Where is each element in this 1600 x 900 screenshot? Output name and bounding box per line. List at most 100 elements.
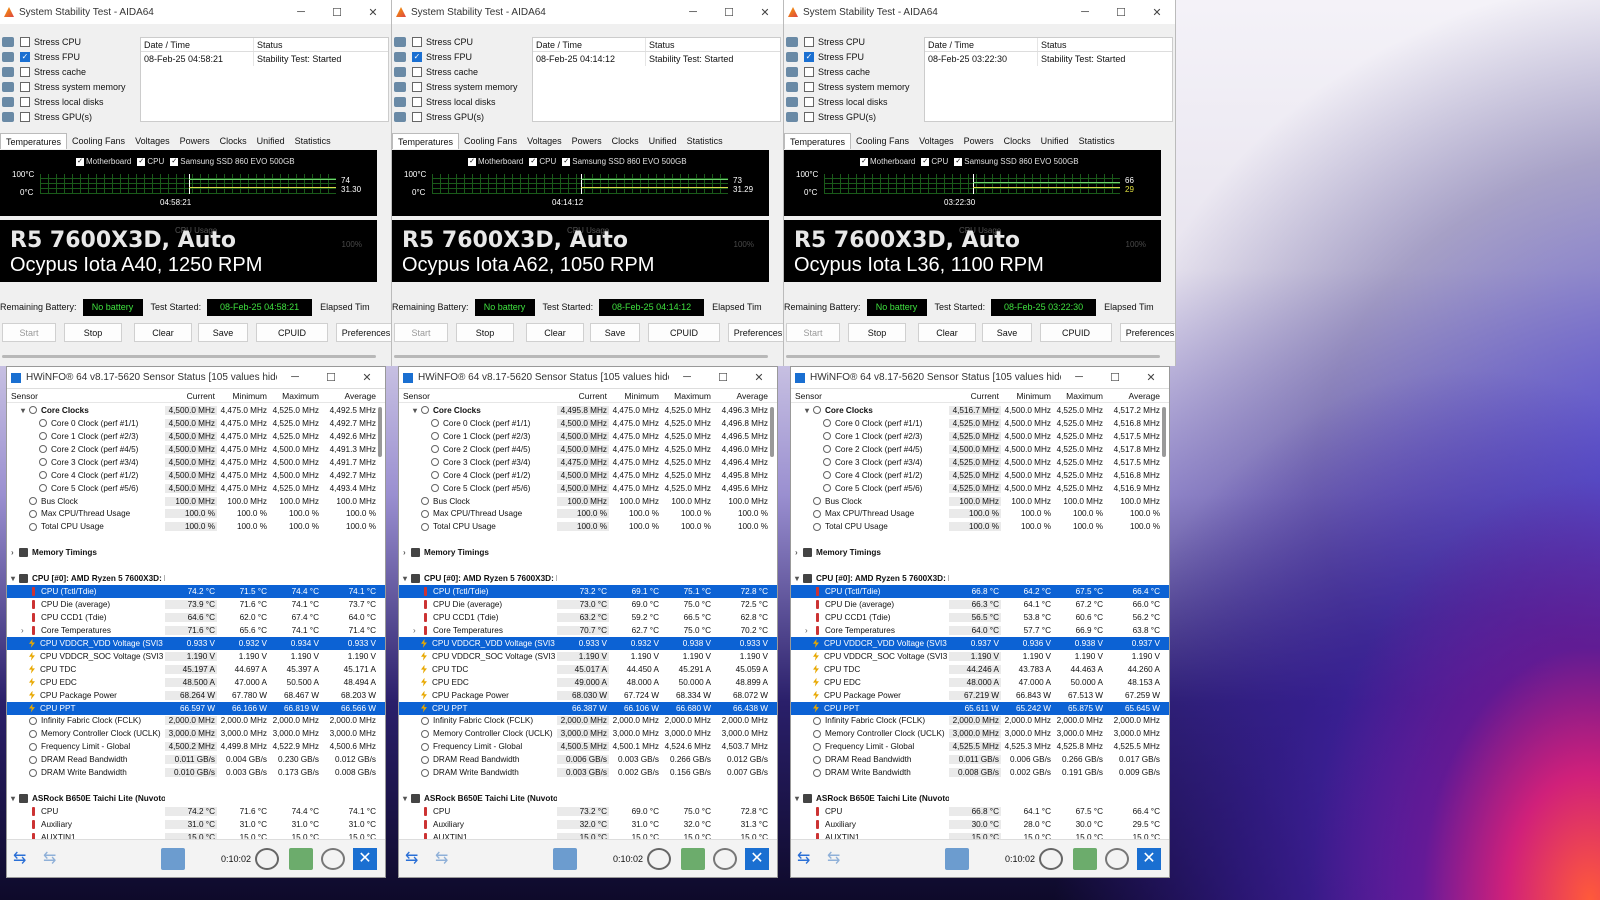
column-header-minimum[interactable]: Minimum (217, 391, 269, 401)
stress-option[interactable]: Stress GPU(s) (394, 109, 532, 124)
sensor-group-row[interactable]: › Memory Timings (7, 546, 385, 559)
table-row[interactable]: Core 0 Clock (perf #1/1) 4,500.0 MHz 4,475… (399, 417, 777, 430)
stress-option[interactable]: Stress cache (2, 64, 140, 79)
legend-item[interactable]: ✓ Motherboard (76, 157, 131, 166)
table-row[interactable]: Memory Controller Clock (UCLK) 3,000.0 MH… (791, 727, 1169, 740)
stress-option[interactable]: Stress local disks (394, 94, 532, 109)
table-row[interactable]: ▾ Core Clocks 4,495.8 MHz 4,475.0 MHz 4,525.… (399, 404, 777, 417)
column-header-current[interactable]: Current (165, 391, 217, 401)
table-row[interactable]: Frequency Limit - Global 4,500.2 MHz 4,499… (7, 740, 385, 753)
expand-arrow-icon[interactable]: ▾ (11, 794, 19, 803)
tab-voltages[interactable]: Voltages (130, 133, 175, 149)
table-row[interactable]: CPU VDDCR_VDD Voltage (SVI3 T... 0.933 V0… (399, 636, 777, 650)
checkbox-icon[interactable]: ✓ (954, 157, 963, 166)
table-row[interactable]: Core 2 Clock (perf #4/5) 4,500.0 MHz 4,475… (7, 443, 385, 456)
log-icon[interactable] (1073, 848, 1097, 870)
stop-button[interactable]: Stop (64, 323, 122, 342)
network-icon[interactable] (945, 848, 969, 870)
tab-temperatures[interactable]: Temperatures (784, 133, 852, 149)
settings-icon[interactable] (321, 848, 345, 870)
legend-item[interactable]: ✓ CPU (529, 157, 556, 166)
stopwatch-icon[interactable] (1039, 848, 1063, 870)
log-icon[interactable] (681, 848, 705, 870)
table-row[interactable]: Memory Controller Clock (UCLK) 3,000.0 MH… (399, 727, 777, 740)
sensor-group-row[interactable]: › Memory Timings (791, 546, 1169, 559)
table-row[interactable]: CPU Die (average) 66.3 °C 64.1 °C 67.2 °C 66… (791, 598, 1169, 611)
settings-icon[interactable] (713, 848, 737, 870)
table-row[interactable]: DRAM Write Bandwidth 0.003 GB/s 0.002 GB/s… (399, 766, 777, 779)
cpuid-button[interactable]: CPUID (256, 323, 328, 342)
table-row[interactable]: Core 0 Clock (perf #1/1) 4,525.0 MHz 4,500… (791, 417, 1169, 430)
tab-cooling-fans[interactable]: Cooling Fans (67, 133, 130, 149)
table-row[interactable]: DRAM Write Bandwidth 0.008 GB/s 0.002 GB/s… (791, 766, 1169, 779)
table-row[interactable]: Bus Clock 100.0 MHz 100.0 MHz 100.0 MHz 100.… (791, 495, 1169, 508)
horizontal-scrollbar[interactable] (786, 355, 1160, 358)
table-row[interactable]: CPU CCD1 (Tdie) 64.6 °C 62.0 °C 67.4 °C 64.0… (7, 611, 385, 624)
legend-item[interactable]: ✓ Samsung SSD 860 EVO 500GB (562, 157, 687, 166)
table-row[interactable]: Frequency Limit - Global 4,500.5 MHz 4,500… (399, 740, 777, 753)
table-row[interactable]: Core 1 Clock (perf #2/3) 4,500.0 MHz 4,475… (399, 430, 777, 443)
stress-option[interactable]: Stress system memory (786, 79, 924, 94)
table-row[interactable]: CPU TDC 45.017 A 44.450 A 45.291 A 45.059 A (399, 663, 777, 676)
table-row[interactable]: CPU TDC 45.197 A 44.697 A 45.397 A 45.171 A (7, 663, 385, 676)
maximize-button[interactable]: ☐ (1103, 6, 1139, 19)
clear-button[interactable]: Clear (526, 323, 584, 342)
expand-arrow-icon[interactable]: › (413, 626, 421, 635)
table-row[interactable]: Max CPU/Thread Usage 100.0 % 100.0 % 100.0 … (7, 508, 385, 521)
stress-option[interactable]: ✓ Stress FPU (786, 49, 924, 64)
table-row[interactable]: CPU PPT 66.597 W 66.166 W 66.819 W 66.566 W (7, 701, 385, 715)
column-header-sensor[interactable]: Sensor (791, 391, 949, 401)
stop-button[interactable]: Stop (848, 323, 906, 342)
minimize-button[interactable]: ─ (277, 371, 313, 384)
vertical-scrollbar[interactable] (770, 407, 774, 457)
close-button[interactable]: ✕ (349, 371, 385, 384)
maximize-button[interactable]: ☐ (711, 6, 747, 19)
table-row[interactable]: CPU Package Power 68.264 W 67.780 W 68.467 … (7, 689, 385, 702)
legend-item[interactable]: ✓ CPU (137, 157, 164, 166)
clear-button[interactable]: Clear (134, 323, 192, 342)
close-button[interactable]: ✕ (741, 371, 777, 384)
stress-option[interactable]: Stress cache (786, 64, 924, 79)
table-row[interactable]: Max CPU/Thread Usage 100.0 % 100.0 % 100.0 … (399, 508, 777, 521)
tab-unified[interactable]: Unified (252, 133, 290, 149)
tab-unified[interactable]: Unified (1036, 133, 1074, 149)
column-header-maximum[interactable]: Maximum (269, 391, 321, 401)
tab-clocks[interactable]: Clocks (607, 133, 644, 149)
checkbox-icon[interactable]: ✓ (562, 157, 571, 166)
table-row[interactable]: Core 1 Clock (perf #2/3) 4,500.0 MHz 4,475… (7, 430, 385, 443)
expand-arrow-icon[interactable]: › (21, 626, 29, 635)
table-row[interactable]: Auxiliary 32.0 °C 31.0 °C 32.0 °C 31.3 °C (399, 818, 777, 831)
expand-arrow-icon[interactable]: › (795, 548, 803, 557)
cpuid-button[interactable]: CPUID (1040, 323, 1112, 342)
checkbox-icon[interactable] (804, 66, 814, 77)
checkbox-icon[interactable] (20, 66, 30, 77)
sensor-group-row[interactable]: ▾ CPU [#0]: AMD Ryzen 5 7600X3D: Enhanced (399, 572, 777, 585)
stress-option[interactable]: Stress cache (394, 64, 532, 79)
column-header-minimum[interactable]: Minimum (609, 391, 661, 401)
save-button[interactable]: Save (590, 323, 640, 342)
checkbox-icon[interactable] (412, 96, 422, 107)
table-row[interactable]: Bus Clock 100.0 MHz 100.0 MHz 100.0 MHz 100.… (399, 495, 777, 508)
table-row[interactable]: Total CPU Usage 100.0 % 100.0 % 100.0 % 100.… (791, 520, 1169, 533)
table-row[interactable]: DRAM Read Bandwidth 0.006 GB/s 0.003 GB/s 0… (399, 753, 777, 766)
preferences-button[interactable]: Preferences (1120, 323, 1175, 342)
table-row[interactable]: ▾ Core Clocks 4,516.7 MHz 4,500.0 MHz 4,525.… (791, 404, 1169, 417)
stop-button[interactable]: Stop (456, 323, 514, 342)
tab-statistics[interactable]: Statistics (1074, 133, 1120, 149)
minimize-button[interactable]: ─ (669, 371, 705, 384)
checkbox-icon[interactable]: ✓ (804, 51, 814, 62)
tab-statistics[interactable]: Statistics (682, 133, 728, 149)
table-row[interactable]: Core 1 Clock (perf #2/3) 4,525.0 MHz 4,500… (791, 430, 1169, 443)
table-row[interactable]: CPU (Tctl/Tdie) 73.2 °C 69.1 °C 75.1 °C 72.8… (399, 585, 777, 599)
stress-option[interactable]: ✓ Stress FPU (2, 49, 140, 64)
save-button[interactable]: Save (982, 323, 1032, 342)
sensor-group-row[interactable]: ▾ CPU [#0]: AMD Ryzen 5 7600X3D: Enhanced (7, 572, 385, 585)
table-row[interactable]: CPU 66.8 °C 64.1 °C 67.5 °C 66.4 °C (791, 805, 1169, 818)
close-icon[interactable]: ✕ (1137, 848, 1161, 870)
tab-temperatures[interactable]: Temperatures (0, 133, 68, 149)
table-row[interactable]: CPU VDDCR_VDD Voltage (SVI3 T... 0.933 V0… (7, 636, 385, 650)
start-button[interactable]: Start (786, 323, 840, 342)
tab-powers[interactable]: Powers (567, 133, 607, 149)
preferences-button[interactable]: Preferences (336, 323, 391, 342)
checkbox-icon[interactable]: ✓ (20, 51, 30, 62)
